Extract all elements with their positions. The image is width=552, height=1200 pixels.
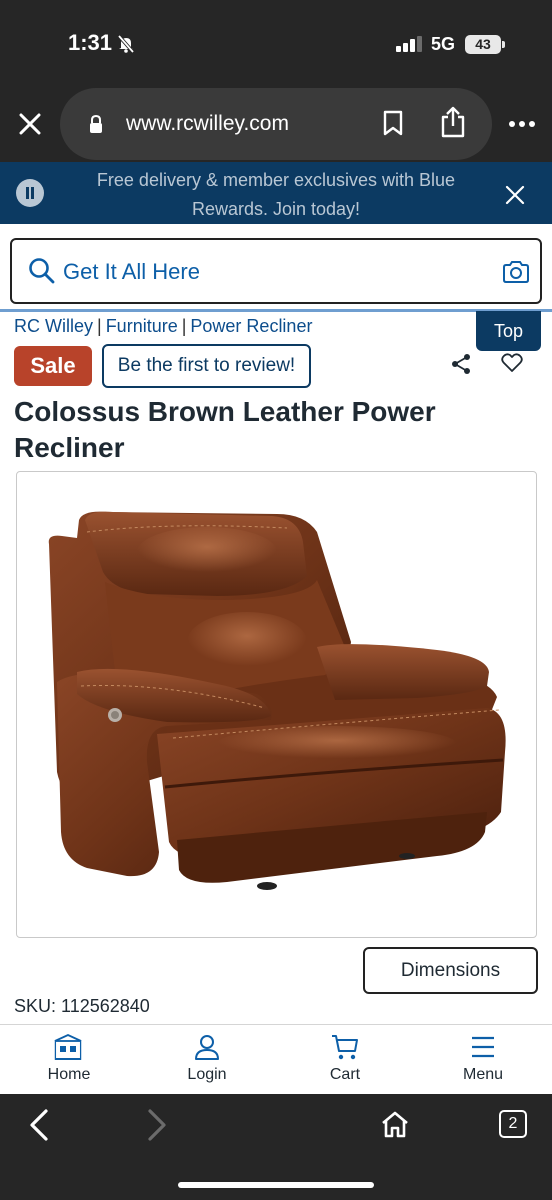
breadcrumb-link[interactable]: Furniture [106,316,178,336]
share-icon[interactable] [450,353,472,375]
bottom-nav: Home Login Cart Menu [0,1024,552,1094]
status-time: 1:31 [68,30,113,55]
product-image [48,511,506,890]
camera-icon[interactable] [502,260,530,284]
dimensions-button[interactable]: Dimensions [363,947,538,994]
breadcrumb-link[interactable]: Power Recliner [190,316,312,336]
promo-banner: Free delivery & member exclusives with B… [0,162,552,224]
search-icon [29,258,55,284]
breadcrumb: RC Willey | Furniture | Power Recliner [14,316,313,336]
browser-toolbar: www.rcwilley.com [0,88,552,162]
pause-icon[interactable] [16,179,44,207]
signal-icon [396,36,422,52]
nav-label: Cart [329,1066,361,1083]
browser-bottom-bar: 2 [0,1094,552,1200]
user-icon [195,1035,219,1060]
battery-icon: 43 [465,35,505,54]
nav-home[interactable]: Home [0,1025,138,1095]
store-icon [54,1034,82,1060]
cart-icon [332,1035,358,1060]
bell-slash-icon [117,34,135,54]
nav-login[interactable]: Login [138,1025,276,1095]
tabs-button[interactable]: 2 [499,1110,527,1138]
search-placeholder: Get It All Here [63,259,200,284]
write-review-button[interactable]: Be the first to review! [102,344,311,388]
nav-label: Login [187,1066,227,1083]
forward-arrow-icon[interactable] [146,1108,168,1142]
menu-icon [472,1036,494,1058]
sale-badge: Sale [14,346,92,386]
nav-label: Home [47,1066,91,1083]
status-bar: 1:31 5G 43 [0,0,552,88]
nav-menu[interactable]: Menu [414,1025,552,1095]
promo-text[interactable]: Free delivery & member exclusives with B… [60,166,492,224]
close-banner-icon[interactable] [504,184,526,206]
close-icon[interactable] [18,112,42,136]
nav-label: Menu [462,1066,504,1083]
breadcrumb-link[interactable]: RC Willey [14,316,93,336]
home-indicator [178,1182,374,1188]
product-title: Colossus Brown Leather Power Recliner [14,396,436,463]
heart-icon[interactable] [501,353,523,373]
more-options-icon[interactable] [508,120,536,128]
url-text[interactable]: www.rcwilley.com [126,112,289,136]
divider [0,309,552,312]
back-arrow-icon[interactable] [28,1108,50,1142]
product-image-frame[interactable] [16,471,537,938]
search-input[interactable]: Get It All Here [10,238,542,304]
home-icon[interactable] [381,1110,409,1138]
lock-icon [90,114,102,133]
network-label: 5G [431,34,456,54]
sku-text: SKU: 112562840 [14,996,150,1016]
bookmark-icon[interactable] [382,110,404,136]
back-to-top-button[interactable]: Top [476,311,541,351]
share-icon[interactable] [440,106,466,138]
nav-cart[interactable]: Cart [276,1025,414,1095]
